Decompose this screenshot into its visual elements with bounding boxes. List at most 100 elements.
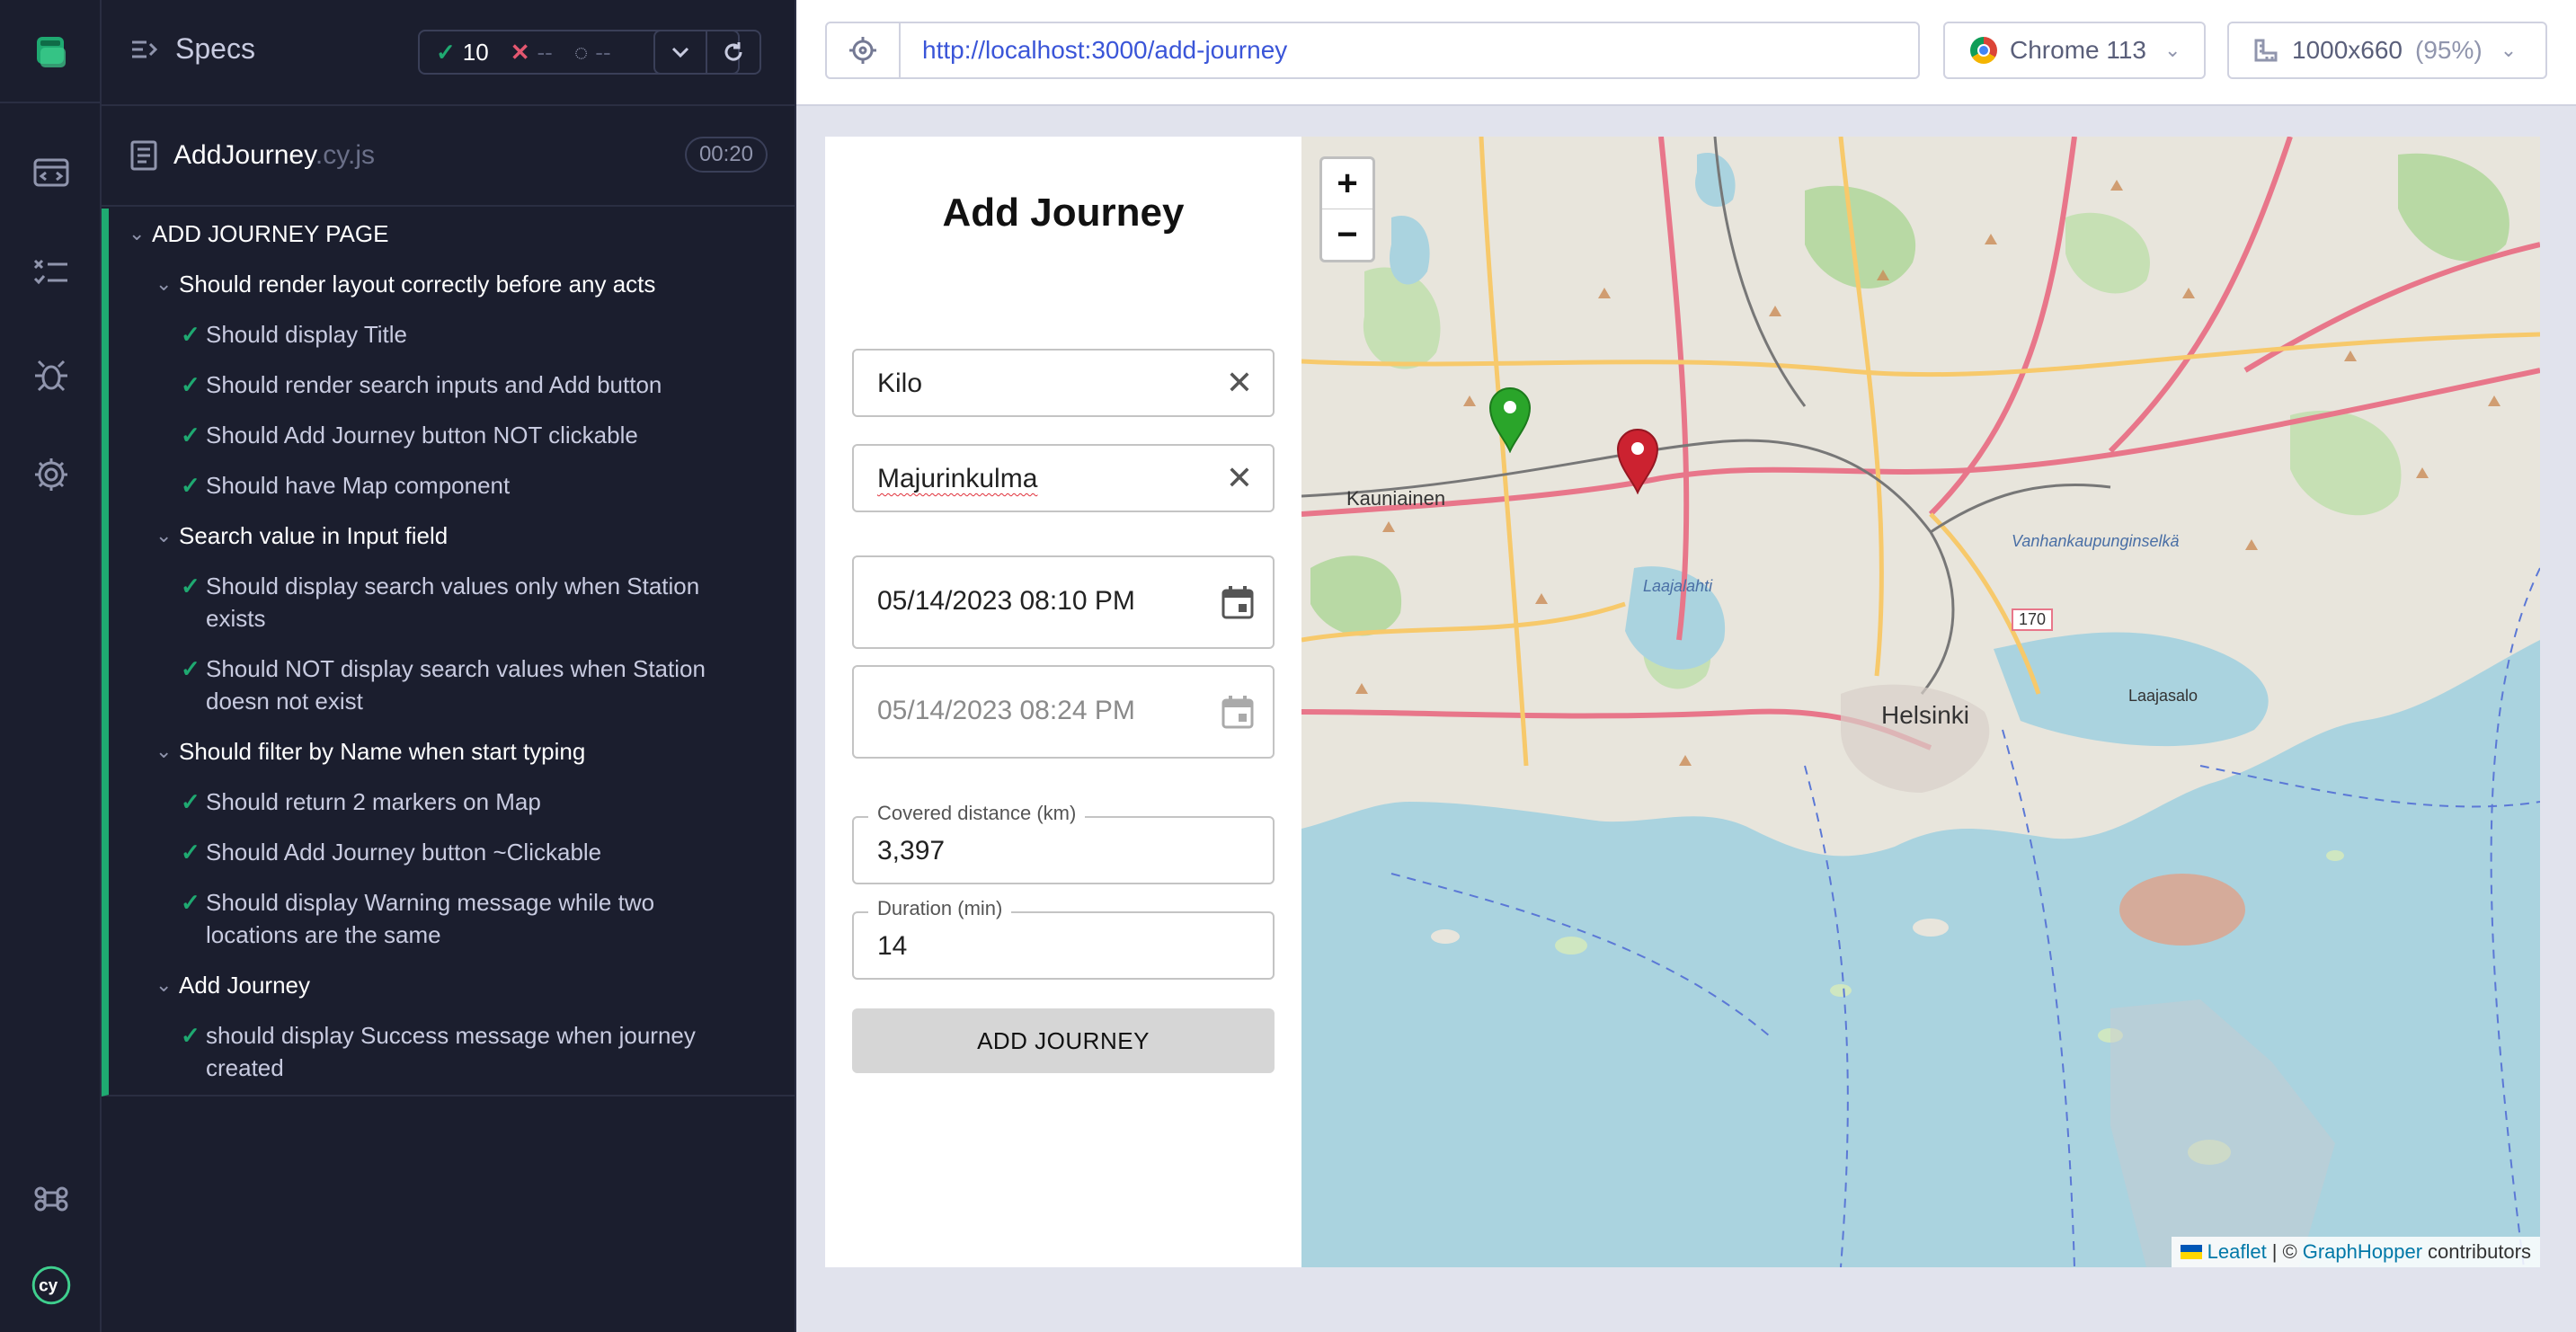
- runs-nav-icon[interactable]: [0, 228, 102, 318]
- specs-button[interactable]: Specs: [130, 32, 255, 66]
- clear-icon[interactable]: ✕: [1226, 367, 1253, 399]
- suite-item[interactable]: ⌄ Add Journey: [155, 969, 310, 1001]
- run-controls: [653, 30, 761, 75]
- departure-time-picker[interactable]: 05/14/2023 08:10 PM: [852, 555, 1275, 649]
- pass-check-icon: ✓: [181, 889, 200, 916]
- zoom-in-button[interactable]: +: [1322, 159, 1372, 209]
- duration-label: Duration (min): [868, 897, 1012, 920]
- chevron-down-icon: ⌄: [129, 222, 146, 244]
- app-under-test-area: http://localhost:3000/add-journey Chrome…: [796, 0, 2576, 1332]
- graphhopper-link[interactable]: GraphHopper: [2303, 1240, 2422, 1264]
- crosshair-icon: [849, 37, 876, 64]
- test-item[interactable]: ✓ Should display Title: [181, 318, 727, 351]
- add-journey-form: Add Journey Kilo ✕ Majurinkulma ✕ 05/14/…: [825, 137, 1301, 1267]
- clear-icon[interactable]: ✕: [1226, 462, 1253, 494]
- aut-toolbar: http://localhost:3000/add-journey Chrome…: [796, 0, 2576, 106]
- page-title: Add Journey: [942, 191, 1185, 235]
- map-label-laajasalo: Laajasalo: [2128, 687, 2198, 705]
- side-rail: cy: [0, 0, 102, 1332]
- pass-check-icon: ✓: [181, 371, 200, 398]
- ukraine-flag-icon: [2180, 1245, 2202, 1259]
- selector-playground-button[interactable]: [827, 23, 901, 77]
- chevron-down-icon: ⌄: [2164, 39, 2181, 61]
- pending-spinner-icon: ◌: [573, 38, 589, 66]
- test-item[interactable]: ✓ Should return 2 markers on Map: [181, 786, 727, 818]
- test-item[interactable]: ✓ Should Add Journey button NOT clickable: [181, 419, 727, 451]
- test-item[interactable]: ✓ should display Success message when jou…: [181, 1019, 727, 1084]
- zoom-out-button[interactable]: −: [1322, 209, 1372, 260]
- pass-check-icon: ✓: [181, 422, 200, 448]
- pass-check-icon: ✓: [181, 321, 200, 348]
- departure-station-input[interactable]: Kilo ✕: [852, 349, 1275, 417]
- settings-gear-icon[interactable]: [0, 430, 102, 519]
- road-shield-170: 170: [2012, 608, 2054, 631]
- suite-root[interactable]: ⌄ ADD JOURNEY PAGE: [129, 218, 388, 250]
- map-label-bay: Vanhankaupunginselkä: [2012, 532, 2180, 550]
- map-attribution: Leaflet | © GraphHopper contributors: [2171, 1237, 2540, 1267]
- passed-count: ✓ 10: [436, 38, 489, 66]
- spec-filename: AddJourney.cy.js: [173, 140, 375, 170]
- covered-distance-label: Covered distance (km): [868, 802, 1086, 825]
- keyboard-shortcuts-icon[interactable]: [0, 1154, 102, 1244]
- chevron-down-icon: ⌄: [2500, 39, 2518, 61]
- chevron-down-icon: ⌄: [155, 272, 173, 295]
- pass-check-icon: ✓: [181, 839, 200, 866]
- ruler-icon: [2254, 39, 2278, 62]
- add-journey-button[interactable]: ADD JOURNEY: [852, 1008, 1275, 1073]
- reporter-header: Specs ✓ 10 ✕ -- ◌ --: [102, 0, 796, 106]
- specs-nav-icon[interactable]: [0, 128, 102, 218]
- duration-field[interactable]: Duration (min) 14: [852, 897, 1275, 980]
- viewport-selector[interactable]: 1000x660 (95%) ⌄: [2227, 22, 2547, 79]
- debug-nav-icon[interactable]: [0, 329, 102, 419]
- spec-file-row: AddJourney.cy.js 00:20: [102, 108, 796, 207]
- pass-check-icon: ✓: [181, 1022, 200, 1049]
- specs-list-icon: [132, 40, 158, 58]
- rerun-button[interactable]: [707, 30, 761, 75]
- test-item[interactable]: ✓ Should display Warning message while tw…: [181, 886, 727, 951]
- pass-check-icon: ✓: [181, 655, 200, 682]
- cypress-logo-icon[interactable]: cy: [0, 1240, 102, 1330]
- suite-item[interactable]: ⌄ Should filter by Name when start typing: [155, 735, 585, 768]
- suite-item[interactable]: ⌄ Search value in Input field: [155, 519, 448, 552]
- fail-x-icon: ✕: [510, 38, 530, 66]
- spec-duration-badge: 00:20: [684, 137, 768, 173]
- departure-map-marker[interactable]: [1487, 385, 1533, 453]
- test-tree: ⌄ ADD JOURNEY PAGE ⌄ Should render layout …: [102, 209, 796, 1097]
- map-label-laajalahti: Laajalahti: [1643, 577, 1713, 595]
- document-icon: [130, 140, 157, 171]
- collapse-all-button[interactable]: [653, 30, 707, 75]
- map-label-kauniainen: Kauniainen: [1346, 487, 1446, 510]
- test-reporter: Specs ✓ 10 ✕ -- ◌ -- AddJourney.cy.js 00:20…: [102, 0, 796, 1332]
- zoom-control: + −: [1319, 156, 1375, 262]
- pass-check-icon: ✓: [181, 573, 200, 599]
- map[interactable]: Kauniainen Laajalahti Vanhankaupunginsel…: [1301, 137, 2540, 1267]
- specs-label: Specs: [175, 32, 255, 65]
- test-item[interactable]: ✓ Should have Map component: [181, 469, 727, 502]
- pass-check-icon: ✓: [436, 38, 456, 66]
- calendar-icon[interactable]: [1221, 694, 1255, 730]
- return-station-input[interactable]: Majurinkulma ✕: [852, 444, 1275, 512]
- browser-selector[interactable]: Chrome 113 ⌄: [1943, 22, 2206, 79]
- test-item[interactable]: ✓ Should NOT display search values when S…: [181, 653, 727, 717]
- chevron-down-icon: ⌄: [155, 524, 173, 546]
- url-bar[interactable]: http://localhost:3000/add-journey: [825, 22, 1920, 79]
- test-item[interactable]: ✓ Should Add Journey button ~Clickable: [181, 836, 727, 868]
- map-label-helsinki: Helsinki: [1881, 701, 1970, 729]
- chrome-icon: [1970, 37, 1997, 64]
- test-item[interactable]: ✓ Should display search values only when …: [181, 570, 727, 635]
- calendar-icon[interactable]: [1221, 584, 1255, 620]
- leaflet-link[interactable]: Leaflet: [2207, 1240, 2267, 1264]
- return-map-marker[interactable]: [1614, 426, 1661, 494]
- app-logo-icon[interactable]: [0, 0, 102, 103]
- app-frame: Add Journey Kilo ✕ Majurinkulma ✕ 05/14/…: [825, 137, 2540, 1267]
- svg-text:cy: cy: [39, 1277, 58, 1296]
- test-item[interactable]: ✓ Should render search inputs and Add but…: [181, 369, 727, 401]
- pending-count: ◌ --: [573, 38, 611, 66]
- suite-item[interactable]: ⌄ Should render layout correctly before a…: [155, 268, 655, 300]
- refresh-icon: [724, 42, 742, 61]
- return-time-picker[interactable]: 05/14/2023 08:24 PM: [852, 665, 1275, 759]
- chevron-down-icon: [671, 47, 689, 58]
- chevron-down-icon: ⌄: [155, 740, 173, 762]
- covered-distance-field[interactable]: Covered distance (km) 3,397: [852, 802, 1275, 884]
- chevron-down-icon: ⌄: [155, 973, 173, 996]
